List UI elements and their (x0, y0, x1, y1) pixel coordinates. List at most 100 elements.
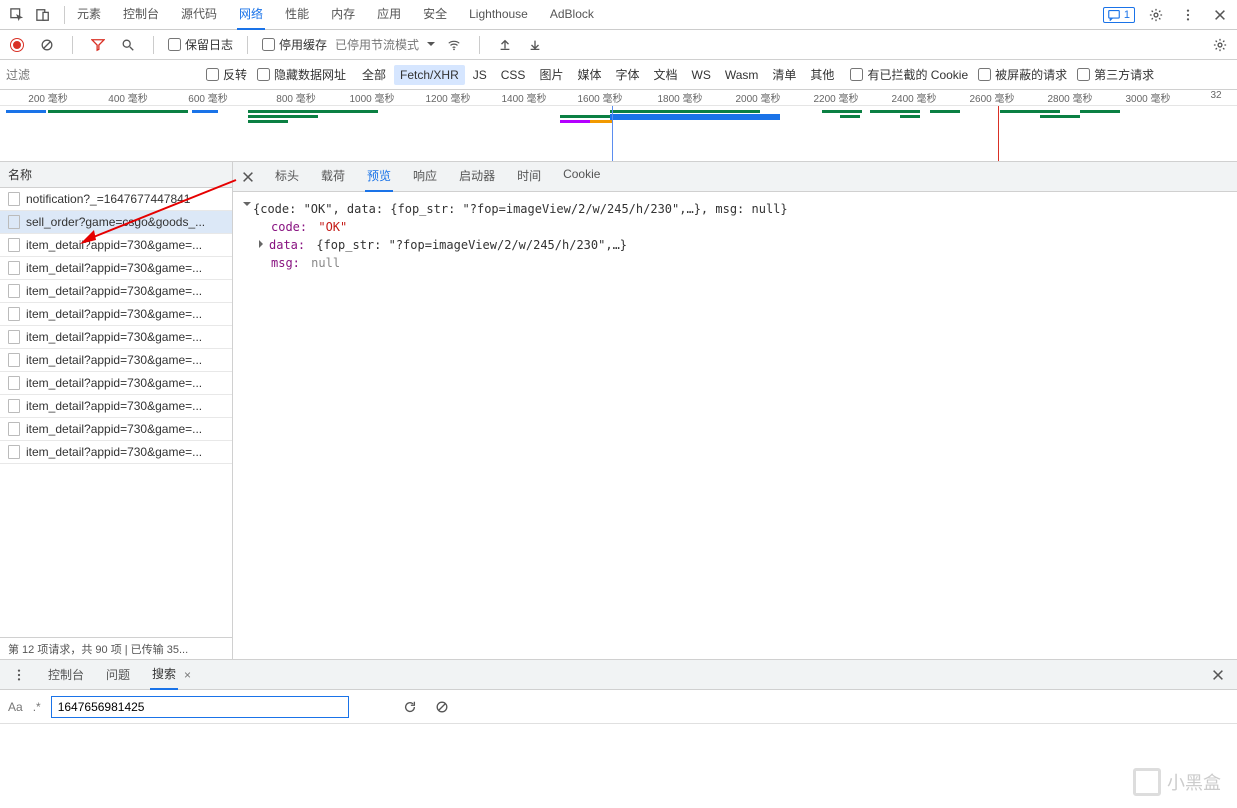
time-tick: 2400 毫秒 (891, 90, 936, 105)
request-name: item_detail?appid=730&game=... (26, 445, 202, 459)
request-row[interactable]: item_detail?appid=730&game=... (0, 234, 232, 257)
tab-元素[interactable]: 元素 (75, 0, 103, 30)
search-input[interactable] (51, 696, 349, 718)
tab-adblock[interactable]: AdBlock (548, 1, 596, 29)
request-row[interactable]: item_detail?appid=730&game=... (0, 395, 232, 418)
more-icon[interactable] (8, 664, 30, 686)
filter-type[interactable]: JS (467, 65, 493, 85)
tab-应用[interactable]: 应用 (375, 0, 403, 30)
request-row[interactable]: item_detail?appid=730&game=... (0, 326, 232, 349)
filter-type[interactable]: 其他 (804, 63, 840, 86)
filter-type[interactable]: 字体 (609, 63, 645, 86)
search-icon[interactable] (117, 34, 139, 56)
match-case-toggle[interactable]: Aa (8, 700, 23, 714)
tab-内存[interactable]: 内存 (329, 0, 357, 30)
request-row[interactable]: item_detail?appid=730&game=... (0, 418, 232, 441)
time-tick: 2600 毫秒 (969, 90, 1014, 105)
blocked-cookies-checkbox[interactable]: 有已拦截的 Cookie (850, 66, 968, 83)
filter-icon[interactable] (87, 34, 109, 56)
filter-type[interactable]: Wasm (719, 65, 765, 85)
tab-性能[interactable]: 性能 (283, 0, 311, 30)
messages-badge[interactable]: 1 (1103, 7, 1135, 23)
chevron-right-icon[interactable] (259, 240, 267, 248)
tab-源代码[interactable]: 源代码 (179, 0, 219, 30)
close-detail-icon[interactable] (241, 166, 255, 188)
filter-type[interactable]: 全部 (356, 63, 392, 86)
record-button[interactable] (6, 34, 28, 56)
document-icon (8, 261, 20, 275)
time-tick: 1200 毫秒 (425, 90, 470, 105)
tab-lighthouse[interactable]: Lighthouse (467, 1, 530, 29)
document-icon (8, 422, 20, 436)
filter-type[interactable]: 清单 (766, 63, 802, 86)
watermark: 小黑盒 (1133, 768, 1221, 796)
detail-tab[interactable]: 时间 (515, 161, 543, 192)
filter-type[interactable]: Fetch/XHR (394, 65, 465, 85)
search-toolbar: Aa .* (0, 690, 1237, 724)
filter-bar: 反转 隐藏数据网址 全部Fetch/XHRJSCSS图片媒体字体文档WSWasm… (0, 60, 1237, 90)
regex-toggle[interactable]: .* (33, 700, 41, 714)
request-row[interactable]: item_detail?appid=730&game=... (0, 303, 232, 326)
download-icon[interactable] (524, 34, 546, 56)
chevron-down-icon[interactable] (243, 202, 251, 210)
clear-icon[interactable] (36, 34, 58, 56)
detail-tab[interactable]: 启动器 (457, 161, 497, 192)
document-icon (8, 399, 20, 413)
invert-checkbox[interactable]: 反转 (206, 66, 247, 83)
time-tick: 1800 毫秒 (657, 90, 702, 105)
request-name: item_detail?appid=730&game=... (26, 330, 202, 344)
document-icon (8, 353, 20, 367)
hide-data-urls-checkbox[interactable]: 隐藏数据网址 (257, 66, 346, 83)
close-drawer-icon[interactable] (1207, 664, 1229, 686)
request-name: item_detail?appid=730&game=... (26, 261, 202, 275)
tab-控制台[interactable]: 控制台 (121, 0, 161, 30)
gear-icon[interactable] (1145, 4, 1167, 26)
filter-input[interactable] (6, 65, 196, 85)
filter-type[interactable]: 图片 (533, 63, 569, 86)
preserve-log-checkbox[interactable]: 保留日志 (168, 36, 233, 53)
third-party-checkbox[interactable]: 第三方请求 (1077, 66, 1154, 83)
waterfall-overview[interactable]: 200 毫秒400 毫秒600 毫秒800 毫秒1000 毫秒1200 毫秒14… (0, 90, 1237, 162)
detail-tab[interactable]: 预览 (365, 161, 393, 192)
detail-tab[interactable]: Cookie (561, 161, 602, 192)
upload-icon[interactable] (494, 34, 516, 56)
time-tick: 1000 毫秒 (349, 90, 394, 105)
more-icon[interactable] (1177, 4, 1199, 26)
time-tick: 600 毫秒 (188, 90, 227, 105)
request-row[interactable]: item_detail?appid=730&game=... (0, 280, 232, 303)
gear-icon[interactable] (1209, 34, 1231, 56)
drawer-tab[interactable]: 搜索 (150, 659, 178, 690)
detail-tab[interactable]: 响应 (411, 161, 439, 192)
filter-type[interactable]: WS (686, 65, 717, 85)
filter-type[interactable]: CSS (495, 65, 532, 85)
request-row[interactable]: sell_order?game=csgo&goods_... (0, 211, 232, 234)
filter-type[interactable]: 媒体 (571, 63, 607, 86)
request-row[interactable]: item_detail?appid=730&game=... (0, 257, 232, 280)
tab-网络[interactable]: 网络 (237, 0, 265, 30)
wifi-icon[interactable] (443, 34, 465, 56)
throttling-select[interactable]: 已停用节流模式 (335, 36, 419, 53)
close-icon[interactable]: × (184, 668, 191, 682)
clear-icon[interactable] (431, 696, 453, 718)
detail-tab[interactable]: 载荷 (319, 161, 347, 192)
device-toolbar-icon[interactable] (32, 4, 54, 26)
disable-cache-checkbox[interactable]: 停用缓存 (262, 36, 327, 53)
chevron-down-icon[interactable] (427, 42, 435, 50)
refresh-icon[interactable] (399, 696, 421, 718)
request-row[interactable]: notification?_=1647677447841 (0, 188, 232, 211)
blocked-requests-checkbox[interactable]: 被屏蔽的请求 (978, 66, 1067, 83)
tab-安全[interactable]: 安全 (421, 0, 449, 30)
drawer-tab[interactable]: 控制台 (46, 660, 86, 689)
detail-tab[interactable]: 标头 (273, 161, 301, 192)
drawer-tab[interactable]: 问题 (104, 660, 132, 689)
request-row[interactable]: item_detail?appid=730&game=... (0, 441, 232, 464)
response-preview[interactable]: {code: "OK", data: {fop_str: "?fop=image… (233, 192, 1237, 280)
request-row[interactable]: item_detail?appid=730&game=... (0, 349, 232, 372)
request-row[interactable]: item_detail?appid=730&game=... (0, 372, 232, 395)
filter-type[interactable]: 文档 (647, 63, 683, 86)
request-list-header[interactable]: 名称 (0, 162, 232, 188)
close-icon[interactable] (1209, 4, 1231, 26)
devtools-top-tabs: 元素控制台源代码网络性能内存应用安全 Lighthouse AdBlock 1 (0, 0, 1237, 30)
document-icon (8, 445, 20, 459)
inspect-icon[interactable] (6, 4, 28, 26)
